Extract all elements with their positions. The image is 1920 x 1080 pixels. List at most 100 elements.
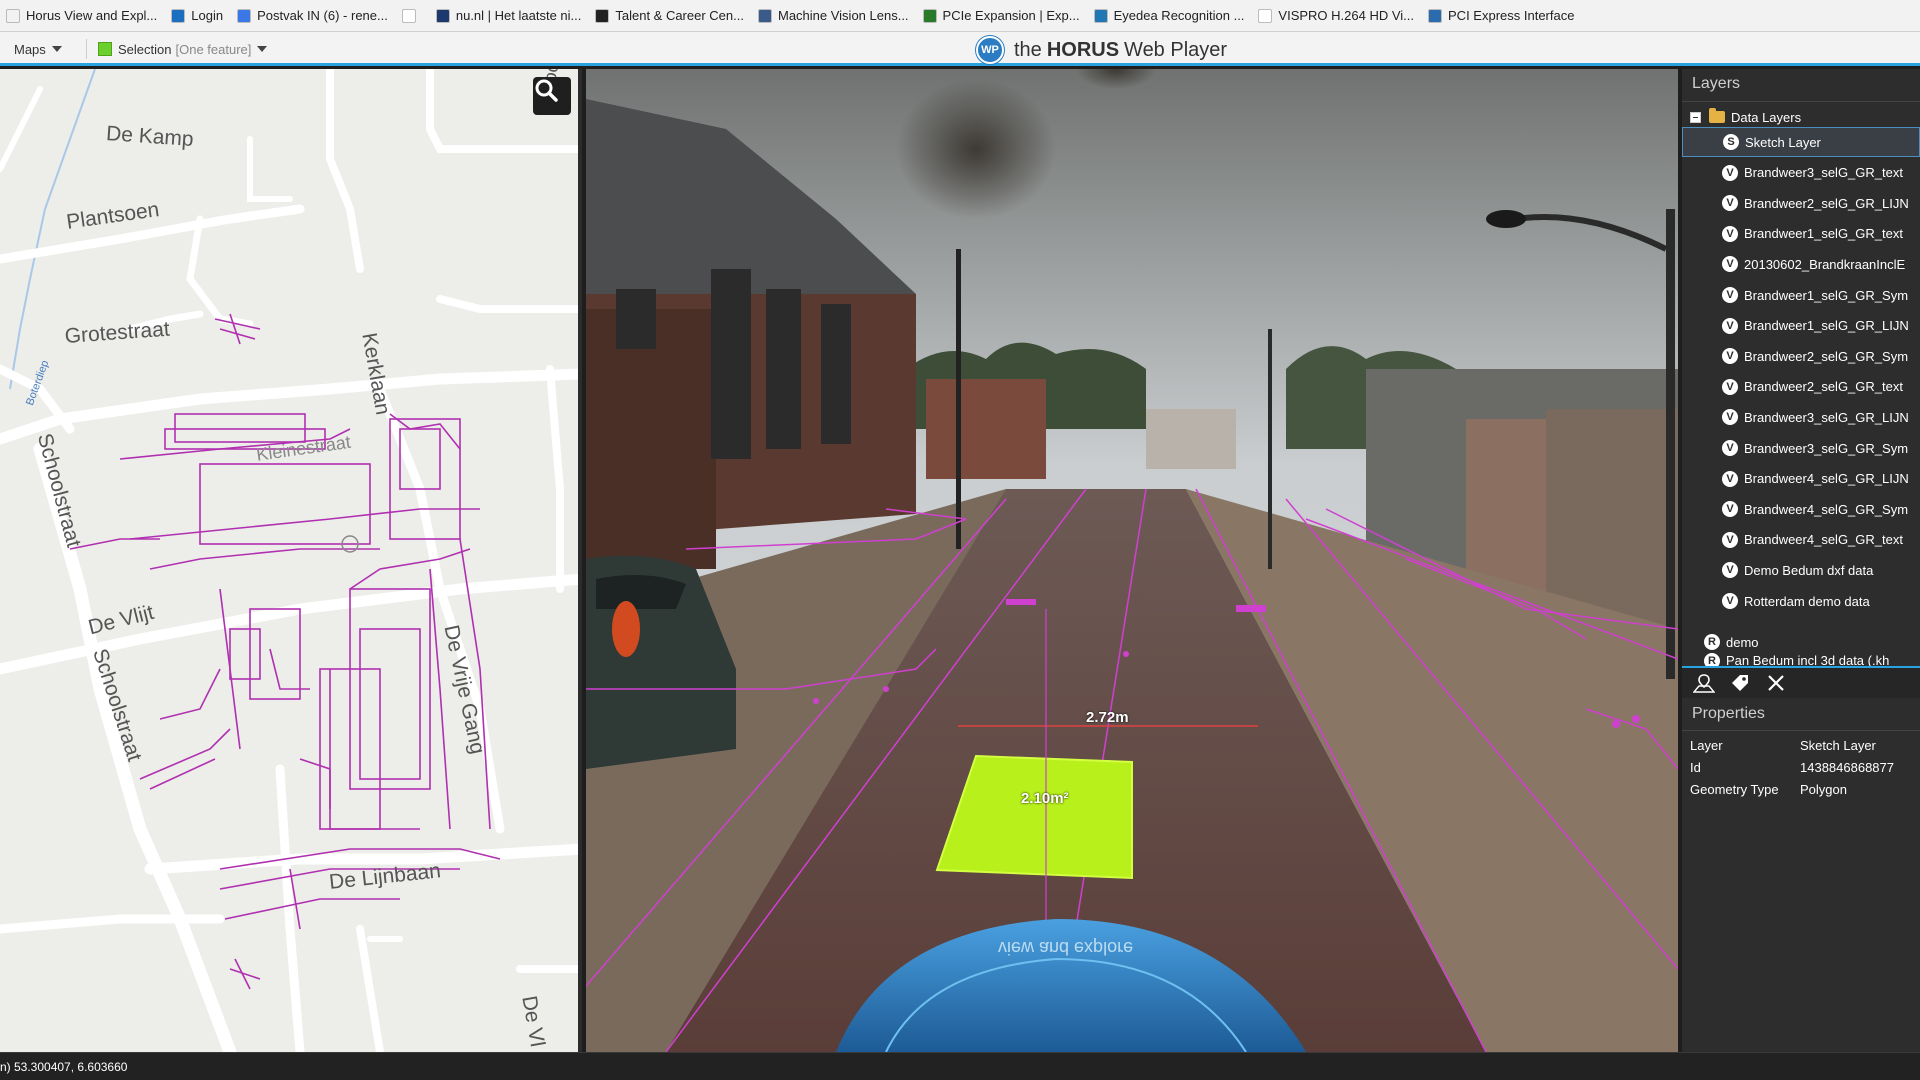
- layer-type-icon: V: [1722, 256, 1738, 273]
- blank-page-icon: [401, 8, 416, 23]
- layer-type-icon: V: [1722, 225, 1738, 242]
- property-value: 1438846868877: [1800, 759, 1894, 775]
- bookmark-label: Eyedea Recognition ...: [1113, 8, 1245, 23]
- board-icon: [922, 8, 937, 23]
- layer-type-icon: V: [1722, 531, 1738, 548]
- layer-item-label: demo: [1726, 634, 1759, 650]
- layer-item[interactable]: V Demo Bedum dxf data: [1682, 555, 1920, 585]
- login-icon: [171, 8, 186, 23]
- bookmark-label: Login: [191, 8, 224, 23]
- layer-type-icon: S: [1723, 134, 1739, 150]
- layer-item[interactable]: S Sketch Layer: [1682, 127, 1920, 157]
- camera-icon: [757, 8, 772, 23]
- layer-item[interactable]: V Brandweer1_selG_GR_text: [1682, 219, 1920, 249]
- selection-color-icon: [98, 42, 112, 56]
- layer-type-icon: V: [1722, 348, 1738, 365]
- coordinates-readout: n) 53.300407, 6.603660: [0, 1059, 128, 1074]
- layers-title: Layers: [1692, 75, 1741, 92]
- bookmark-label: Machine Vision Lens...: [777, 8, 909, 23]
- layer-item[interactable]: V Brandweer3_selG_GR_text: [1682, 158, 1920, 188]
- tree-root-label: Data Layers: [1731, 109, 1802, 125]
- chevron-down-icon: [257, 46, 268, 52]
- layer-item-label: Brandweer4_selG_GR_LIJN: [1744, 471, 1909, 487]
- layer-item[interactable]: V Brandweer1_selG_GR_Sym: [1682, 280, 1920, 310]
- layer-item[interactable]: V 20130602_BrandkraanInclE: [1682, 249, 1920, 279]
- layer-type-icon: R: [1704, 634, 1720, 650]
- layer-item-label: Brandweer3_selG_GR_text: [1744, 165, 1903, 181]
- eye-icon: [1093, 8, 1108, 23]
- bookmark-item[interactable]: Talent & Career Cen...: [595, 8, 744, 23]
- selection-count: [One feature]: [175, 41, 252, 57]
- property-row: Id 1438846868877: [1690, 756, 1920, 778]
- hood-text: view and explore: [998, 938, 1134, 958]
- maps-menu[interactable]: Maps: [14, 32, 62, 66]
- bookmark-item[interactable]: PCIe Expansion | Exp...: [922, 8, 1080, 23]
- layer-item-label: 20130602_BrandkraanInclE: [1744, 256, 1906, 272]
- layer-item-label: Brandweer2_selG_GR_LIJN: [1744, 195, 1909, 211]
- layer-type-icon: V: [1722, 195, 1738, 212]
- title-prefix: the: [1014, 38, 1042, 61]
- layer-item-label: Brandweer1_selG_GR_text: [1744, 226, 1903, 242]
- bookmarks-bar: Horus View and Expl... Login Postvak IN (6…: [0, 0, 1920, 32]
- bookmark-item[interactable]: [401, 8, 422, 23]
- properties-title: Properties: [1692, 705, 1765, 722]
- app-title: WP the HORUS Web Player: [976, 35, 1227, 65]
- layer-item[interactable]: V Brandweer2_selG_GR_LIJN: [1682, 188, 1920, 218]
- layer-item[interactable]: V Brandweer3_selG_GR_LIJN: [1682, 402, 1920, 432]
- map-search-button[interactable]: [533, 77, 571, 115]
- layer-item-label: Brandweer3_selG_GR_LIJN: [1744, 409, 1909, 425]
- property-row: Layer Sketch Layer: [1690, 734, 1920, 756]
- layer-item[interactable]: V Brandweer4_selG_GR_Sym: [1682, 494, 1920, 524]
- property-key: Layer: [1690, 737, 1723, 753]
- property-value: Polygon: [1800, 781, 1847, 797]
- collapse-icon[interactable]: [1690, 111, 1701, 123]
- layer-item-label: Brandweer2_selG_GR_text: [1744, 379, 1903, 395]
- panorama-scene: [586, 69, 1678, 1052]
- bookmark-label: PCIe Expansion | Exp...: [942, 8, 1080, 23]
- layer-type-icon: V: [1722, 317, 1738, 334]
- layer-type-icon: V: [1722, 470, 1738, 487]
- property-key: Geometry Type: [1690, 781, 1779, 797]
- layer-item[interactable]: V Brandweer3_selG_GR_Sym: [1682, 433, 1920, 463]
- layer-type-icon: V: [1722, 501, 1738, 518]
- bookmark-item[interactable]: Machine Vision Lens...: [757, 8, 909, 23]
- layer-item[interactable]: V Brandweer1_selG_GR_LIJN: [1682, 311, 1920, 341]
- layer-type-icon: V: [1722, 562, 1738, 579]
- pci-icon: [1428, 8, 1443, 23]
- bookmark-item[interactable]: nu.nl | Het laatste ni...: [435, 8, 581, 23]
- layer-item[interactable]: V Rotterdam demo data: [1682, 586, 1920, 616]
- layer-item[interactable]: V Brandweer2_selG_GR_text: [1682, 372, 1920, 402]
- title-suffix: Web Player: [1124, 38, 1228, 61]
- property-row: Geometry Type Polygon: [1690, 778, 1920, 800]
- layer-item-label: Brandweer2_selG_GR_Sym: [1744, 348, 1909, 364]
- bookmark-item[interactable]: Horus View and Expl...: [6, 8, 157, 23]
- layer-item[interactable]: V Brandweer2_selG_GR_Sym: [1682, 341, 1920, 371]
- wp-logo-icon: WP: [976, 36, 1004, 64]
- bookmark-label: PCI Express Interface: [1448, 8, 1575, 23]
- bookmark-item[interactable]: VISPRO H.264 HD Vi...: [1258, 8, 1414, 23]
- layer-item-label: Demo Bedum dxf data: [1744, 562, 1874, 578]
- bookmark-item[interactable]: Eyedea Recognition ...: [1093, 8, 1245, 23]
- maps-menu-label: Maps: [14, 41, 46, 57]
- bookmark-item[interactable]: Postvak IN (6) - rene...: [237, 8, 388, 23]
- tag-button[interactable]: [1726, 670, 1754, 696]
- layer-type-icon: V: [1722, 378, 1738, 395]
- add-marker-button[interactable]: [1690, 670, 1718, 696]
- layer-type-icon: V: [1722, 593, 1738, 609]
- bookmark-item[interactable]: Login: [171, 8, 223, 23]
- layer-item[interactable]: V Brandweer4_selG_GR_text: [1682, 525, 1920, 555]
- layer-item-label: Brandweer4_selG_GR_text: [1744, 532, 1903, 548]
- search-icon: [535, 79, 558, 102]
- map-panel[interactable]: De Kamp Plantsoen Grotestraat Kerklaan K…: [0, 69, 582, 1052]
- selection-label: Selection: [118, 41, 172, 57]
- panorama-viewer[interactable]: 2.72m 2.10m² view and explore: [586, 69, 1678, 1052]
- layer-item-label: Rotterdam demo data: [1744, 593, 1870, 609]
- layer-type-icon: V: [1722, 287, 1738, 303]
- bookmark-item[interactable]: PCI Express Interface: [1428, 8, 1574, 23]
- layers-panel: Layers Data Layers S Sketch Layer V Brandwe…: [1682, 69, 1920, 1052]
- tools-button[interactable]: [1762, 670, 1790, 696]
- property-key: Id: [1690, 759, 1701, 775]
- selection-menu[interactable]: Selection [One feature]: [98, 32, 268, 66]
- layer-item[interactable]: V Brandweer4_selG_GR_LIJN: [1682, 464, 1920, 494]
- property-value: Sketch Layer: [1800, 737, 1876, 753]
